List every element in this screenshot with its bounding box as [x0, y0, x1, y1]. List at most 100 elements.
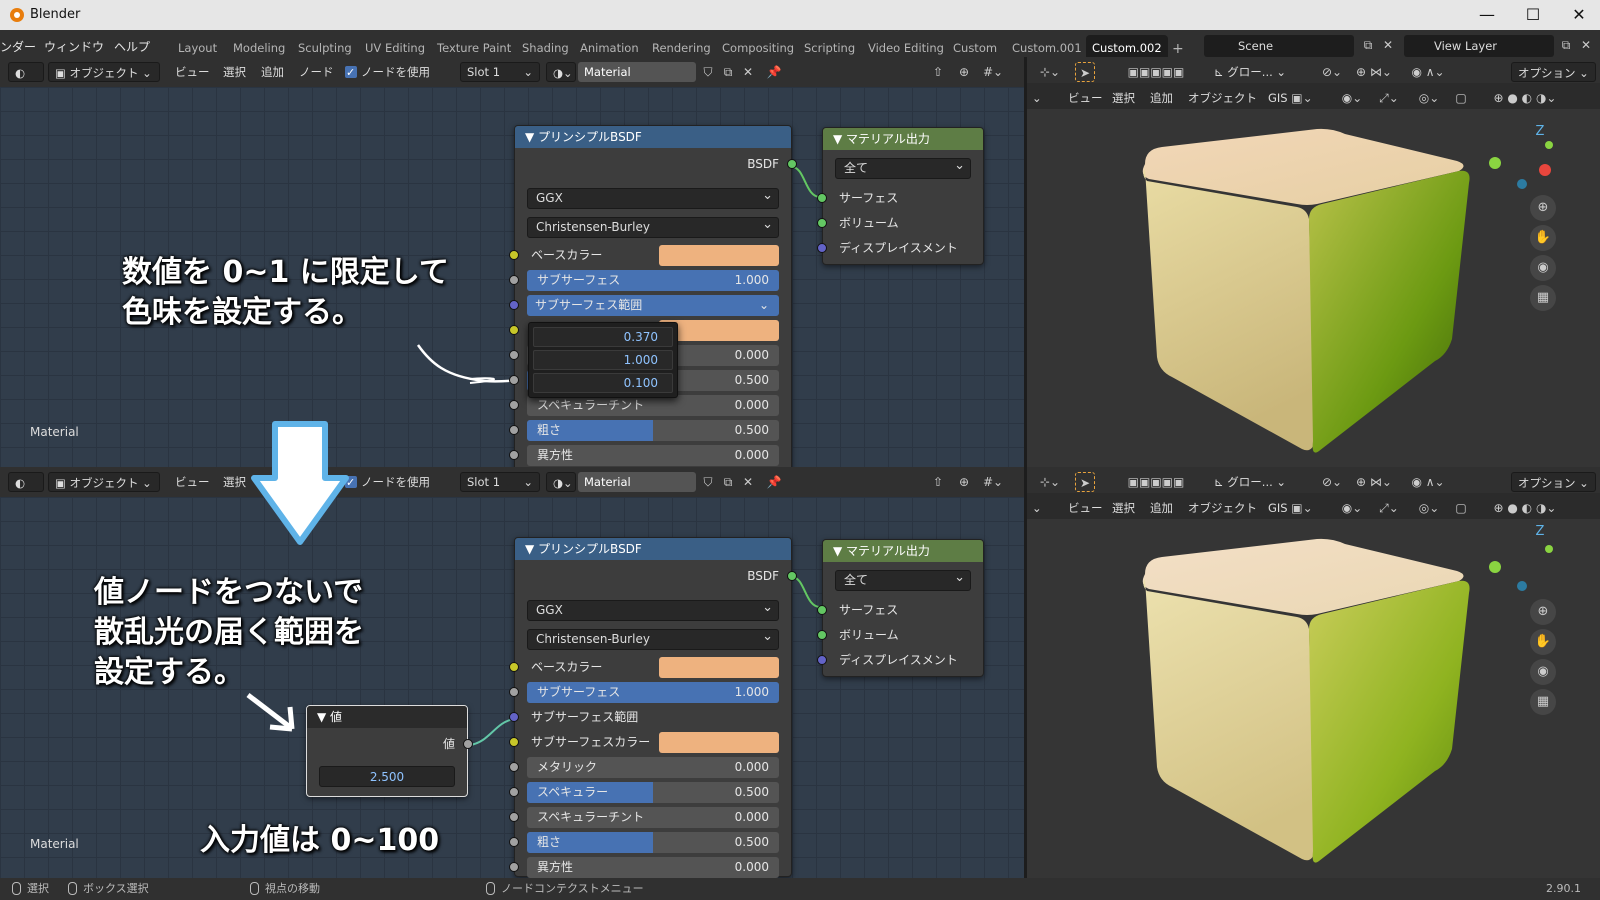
viewport-menu-object-bottom[interactable]: オブジェクト: [1185, 498, 1260, 518]
subsurface-slider-bottom[interactable]: サブサーフェス 1.000: [527, 682, 779, 703]
gizmo-icon[interactable]: ⤢⌄: [1371, 88, 1407, 108]
snap-icon[interactable]: ⊕: [954, 62, 974, 82]
viewport-menu-object[interactable]: オブジェクト: [1185, 88, 1260, 108]
roughness-socket-bottom[interactable]: [509, 837, 519, 847]
roughness-slider-bottom[interactable]: 粗さ 0.500: [527, 832, 779, 853]
surface-socket[interactable]: [817, 193, 827, 203]
bsdf-output-socket-bottom[interactable]: [787, 571, 797, 581]
principled-bsdf-node[interactable]: ▼ プリンシプルBSDF BSDF GGX Christensen-Burley…: [509, 125, 797, 467]
gis-tools-icon[interactable]: ▣⌄: [1287, 498, 1317, 518]
shading-mode-icons[interactable]: ⊕ ● ◐ ◑⌄: [1475, 88, 1575, 108]
value-node[interactable]: ▼ 値 値 2.500: [306, 705, 473, 797]
delete-scene-icon[interactable]: ✕: [1378, 35, 1398, 55]
grid-perspective-icon[interactable]: ▦: [1530, 689, 1556, 715]
editor-divider[interactable]: [1024, 57, 1027, 878]
hand-pan-icon[interactable]: ✋: [1530, 225, 1556, 251]
viewport-mode-dropdown[interactable]: ⌄: [1029, 88, 1045, 108]
value-node-header[interactable]: ▼ 値: [307, 706, 467, 728]
minimize-icon[interactable]: —: [1464, 3, 1510, 27]
value-output-socket[interactable]: [463, 739, 473, 749]
axis-neg-y-icon[interactable]: [1489, 561, 1501, 573]
menu-view[interactable]: ビュー: [172, 62, 213, 82]
principled-bsdf-node-bottom[interactable]: ▼ プリンシプルBSDF BSDF GGX Christensen-Burley…: [509, 537, 797, 878]
subsurface-radius-socket[interactable]: [509, 300, 519, 310]
subsurface-method-dropdown[interactable]: Christensen-Burley: [527, 215, 779, 238]
specular-tint-slider-bottom[interactable]: スペキュラーチント 0.000: [527, 807, 779, 828]
subsurface-method-dropdown-bottom[interactable]: Christensen-Burley: [527, 627, 779, 650]
output-target-dropdown-bottom[interactable]: 全て: [835, 568, 971, 591]
select-tool-icon[interactable]: ➤: [1075, 62, 1095, 82]
radius-y-field[interactable]: 1.000: [533, 350, 673, 370]
viewport-3d-bottom[interactable]: Z ⊕ ✋ ◉ ▦: [1027, 519, 1600, 878]
viewport-menu-add-bottom[interactable]: 追加: [1147, 498, 1176, 518]
menu-file[interactable]: ンダー: [0, 38, 36, 55]
output-node-header-bottom[interactable]: ▼ マテリアル出力: [823, 540, 983, 562]
gizmo-icon[interactable]: ⤢⌄: [1371, 498, 1407, 518]
axis-z-icon[interactable]: Z: [1527, 519, 1553, 545]
specular-slider-bottom[interactable]: スペキュラー 0.500: [527, 782, 779, 803]
pivot-icon[interactable]: ⊘⌄: [1317, 472, 1347, 492]
unlink-material-icon[interactable]: ✕: [738, 62, 758, 82]
view3d-editor-type-icon[interactable]: ⊹⌄: [1035, 472, 1065, 492]
snap-mode-icon[interactable]: #⌄: [978, 62, 1008, 82]
viewport-menu-add[interactable]: 追加: [1147, 88, 1176, 108]
anisotropic-slider[interactable]: 異方性 0.000: [527, 445, 779, 466]
object-mode-dropdown-bottom[interactable]: ▣ オブジェクト ⌄: [48, 472, 160, 492]
fake-user-shield-icon[interactable]: ⛉: [698, 472, 718, 492]
menu-view-bottom[interactable]: ビュー: [172, 472, 213, 492]
viewport-menu-select[interactable]: 選択: [1109, 88, 1138, 108]
duplicate-material-icon[interactable]: ⧉: [718, 62, 738, 82]
metallic-socket[interactable]: [509, 350, 519, 360]
menu-window[interactable]: ウィンドウ: [44, 38, 104, 55]
xray-icon[interactable]: ▢: [1451, 498, 1471, 518]
subsurface-radius-socket-bottom[interactable]: [509, 712, 519, 722]
specular-tint-socket[interactable]: [509, 400, 519, 410]
output-target-dropdown[interactable]: 全て: [835, 156, 971, 179]
visibility-icon[interactable]: ◉⌄: [1337, 88, 1367, 108]
view3d-editor-type-icon[interactable]: ⊹⌄: [1035, 62, 1065, 82]
new-view-layer-icon[interactable]: ⧉: [1556, 35, 1576, 55]
specular-tint-socket-bottom[interactable]: [509, 812, 519, 822]
maximize-icon[interactable]: ☐: [1510, 3, 1556, 27]
anisotropic-socket[interactable]: [509, 450, 519, 460]
zoom-icon[interactable]: ⊕: [1530, 195, 1556, 221]
axis-y-icon[interactable]: [1545, 141, 1553, 149]
viewport-menu-view-bottom[interactable]: ビュー: [1065, 498, 1106, 518]
material-output-node[interactable]: ▼ マテリアル出力 全て サーフェス ボリューム ディスプレイスメント: [817, 127, 984, 265]
radius-x-field[interactable]: 0.370: [533, 327, 673, 347]
surface-socket-bottom[interactable]: [817, 605, 827, 615]
options-dropdown-bottom[interactable]: オプション ⌄: [1511, 472, 1596, 492]
transform-orientation-dropdown[interactable]: ⊾ グロー... ⌄: [1211, 62, 1289, 82]
menu-node[interactable]: ノード: [296, 62, 337, 82]
bsdf-output-socket[interactable]: [787, 159, 797, 169]
use-nodes-checkbox[interactable]: ノードを使用: [342, 62, 433, 83]
axis-x-icon[interactable]: [1539, 164, 1551, 176]
specular-tint-slider[interactable]: スペキュラーチント 0.000: [527, 395, 779, 416]
fake-user-shield-icon[interactable]: ⛉: [698, 62, 718, 82]
output-node-header[interactable]: ▼ マテリアル出力: [823, 128, 983, 150]
editor-type-button[interactable]: ◐ ⌄: [8, 62, 44, 100]
subsurface-socket-bottom[interactable]: [509, 687, 519, 697]
proportional-edit-icon[interactable]: ◉ ∧⌄: [1405, 472, 1451, 492]
unlink-material-icon[interactable]: ✕: [738, 472, 758, 492]
displacement-socket[interactable]: [817, 243, 827, 253]
pivot-icon[interactable]: ⊘⌄: [1317, 62, 1347, 82]
gis-tools-icon[interactable]: ▣⌄: [1287, 88, 1317, 108]
camera-icon[interactable]: ◉: [1530, 255, 1556, 281]
base-color-socket-bottom[interactable]: [509, 662, 519, 672]
viewport-3d-top[interactable]: Z ⊕ ✋ ◉ ▦: [1027, 109, 1600, 467]
viewport-menu-view[interactable]: ビュー: [1065, 88, 1106, 108]
menu-help[interactable]: ヘルプ: [114, 38, 150, 55]
axis-neg-z-icon[interactable]: [1517, 581, 1527, 591]
specular-socket-bottom[interactable]: [509, 787, 519, 797]
use-nodes-checkbox-bottom[interactable]: ノードを使用: [342, 472, 433, 493]
material-name-field-bottom[interactable]: Material: [578, 472, 696, 492]
pin-icon[interactable]: 📌: [764, 472, 784, 492]
overlay-icon[interactable]: ◎⌄: [1411, 498, 1447, 518]
new-scene-icon[interactable]: ⧉: [1358, 35, 1378, 55]
subsurface-color-swatch-bottom[interactable]: [659, 732, 779, 753]
volume-socket-bottom[interactable]: [817, 630, 827, 640]
slot-dropdown[interactable]: Slot 1 ⌄: [460, 62, 540, 82]
select-tool-icon[interactable]: ➤: [1075, 472, 1095, 492]
visibility-icon[interactable]: ◉⌄: [1337, 498, 1367, 518]
